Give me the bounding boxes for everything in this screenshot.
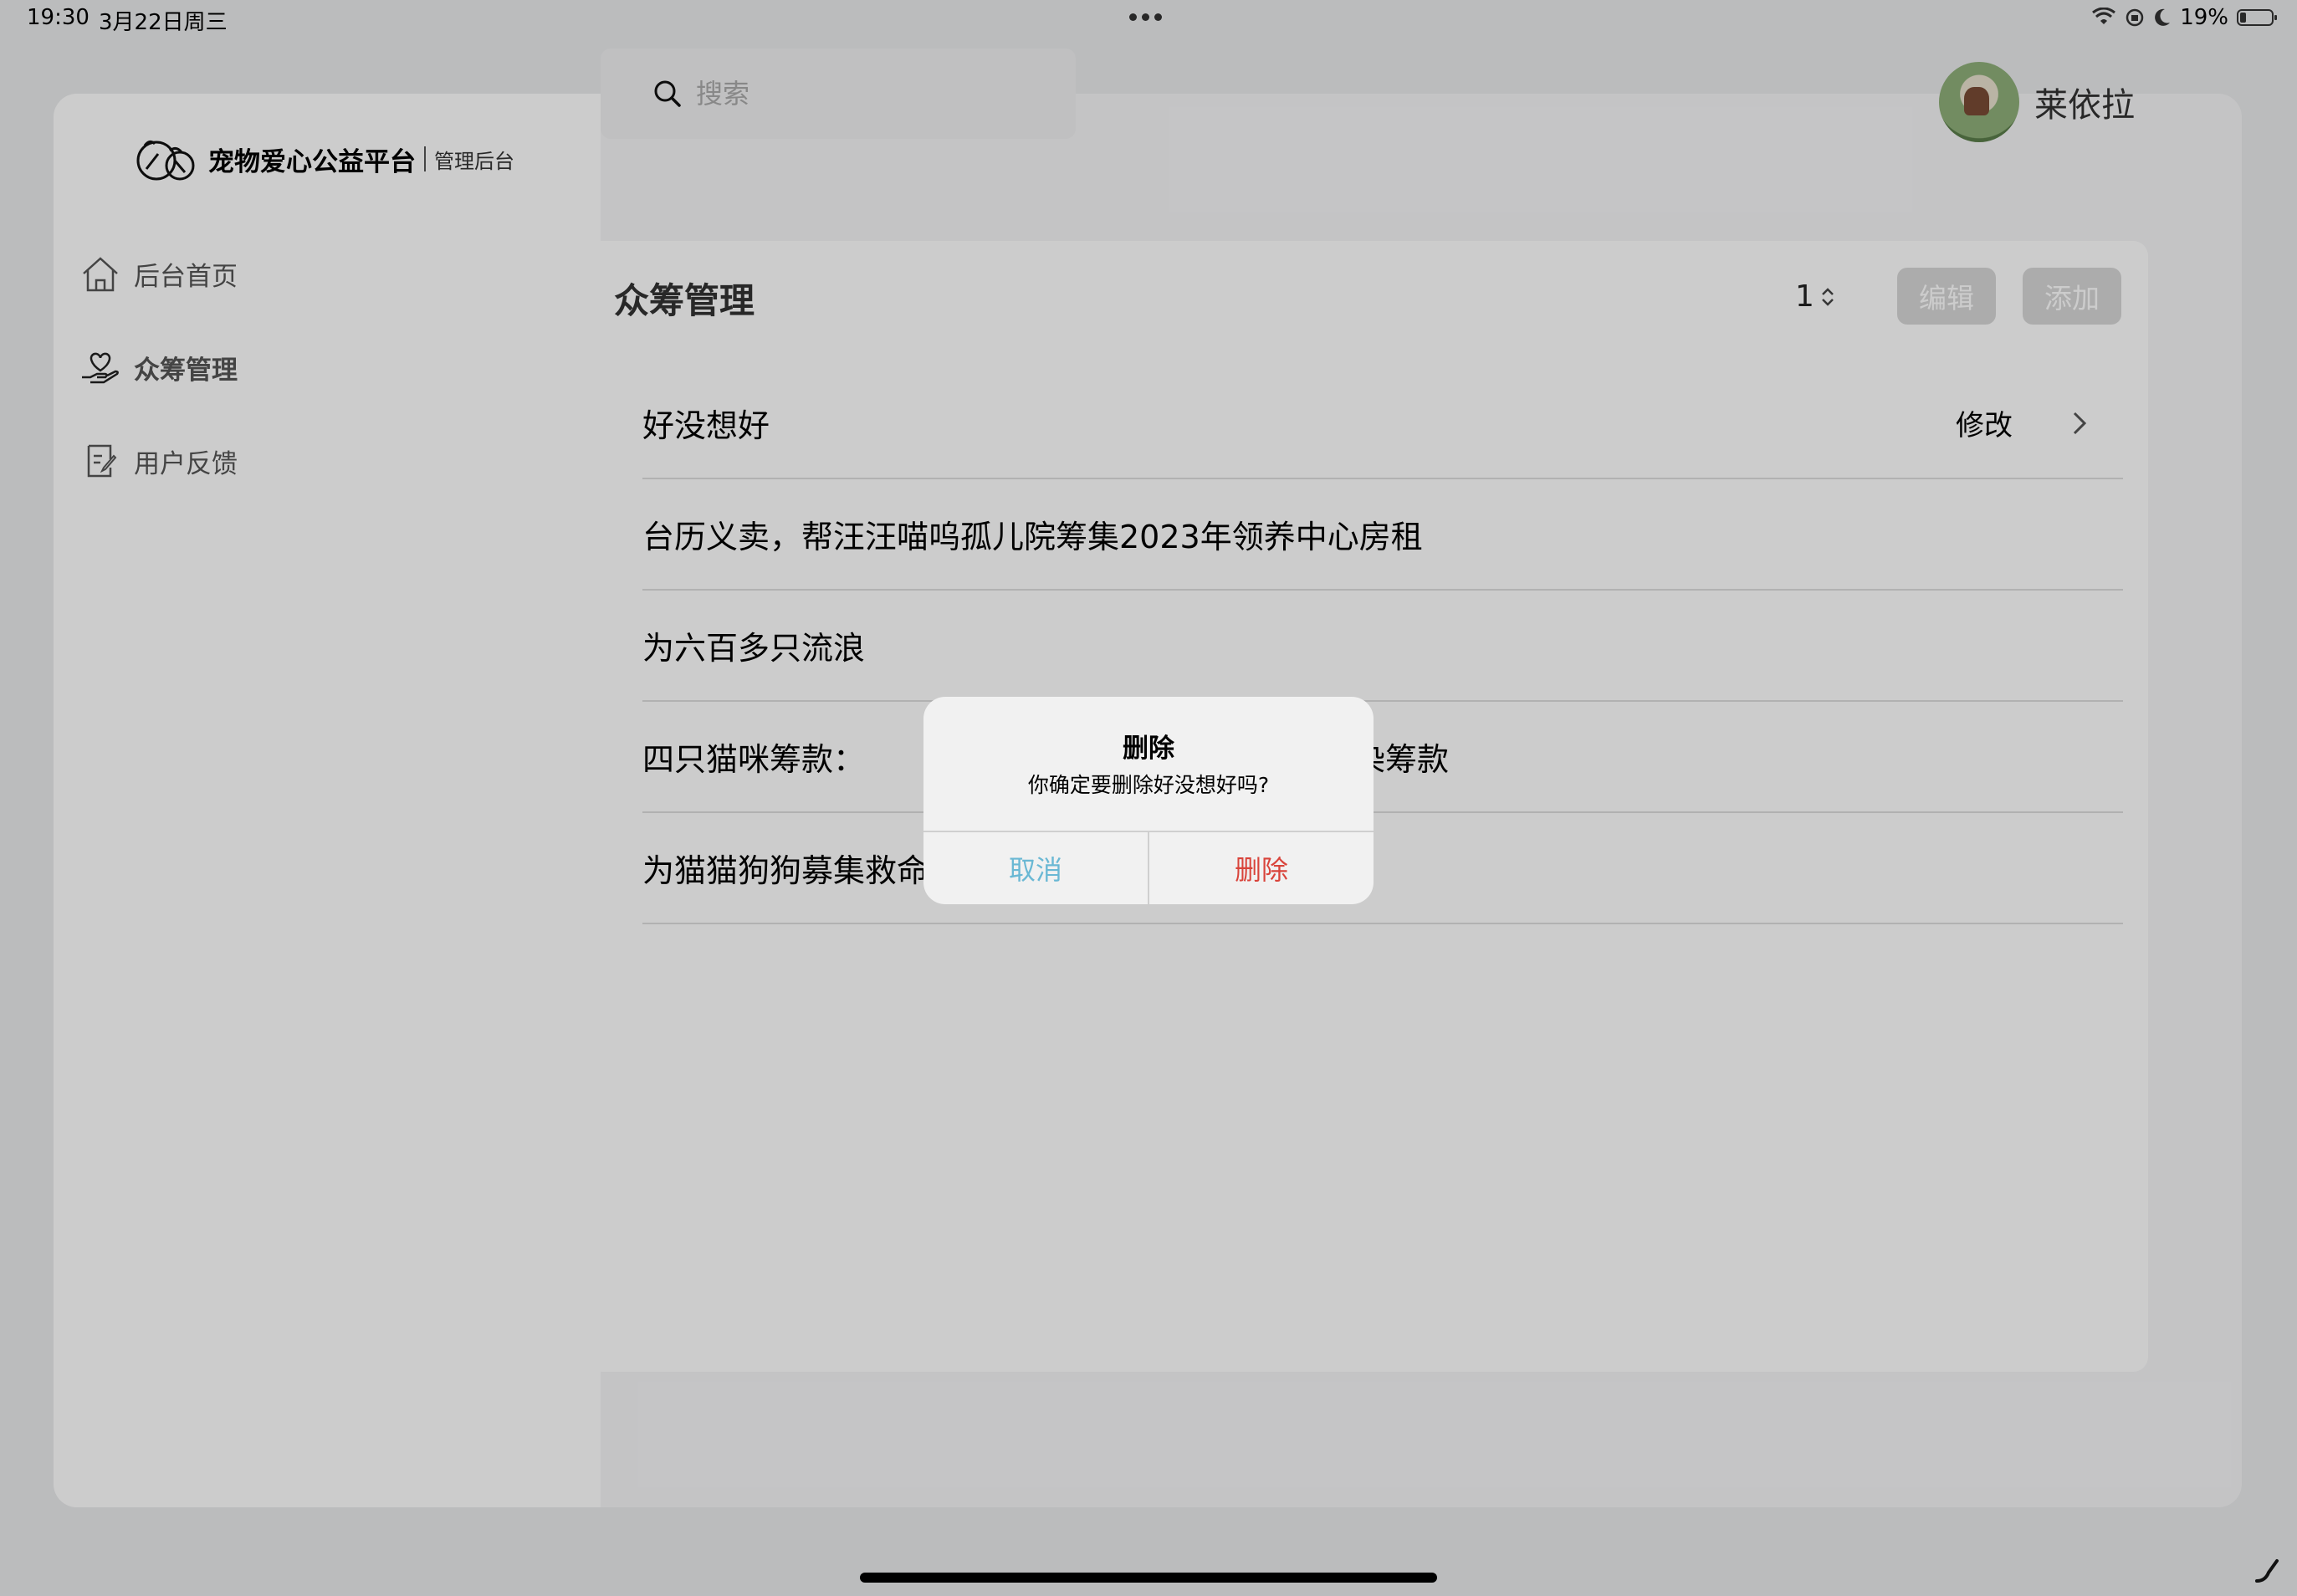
home-indicator[interactable] [860,1573,1437,1583]
confirm-delete-button[interactable]: 删除 [1149,832,1374,904]
pencil-corner-icon[interactable] [2254,1556,2282,1584]
dialog-message: 你确定要删除好没想好吗? [1027,773,1270,797]
cancel-button[interactable]: 取消 [923,832,1148,904]
dialog-title: 删除 [1123,734,1174,764]
delete-confirm-dialog: 删除 你确定要删除好没想好吗? 取消 删除 [923,697,1374,904]
